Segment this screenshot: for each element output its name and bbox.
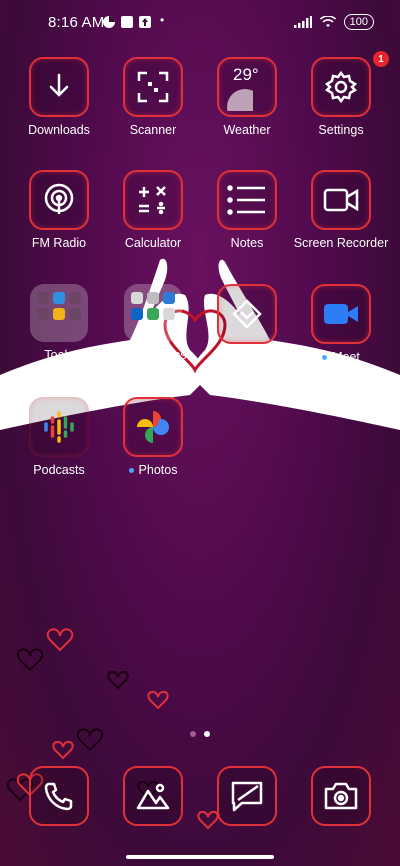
dock-messages[interactable] — [217, 766, 277, 826]
page-dot[interactable] — [190, 731, 196, 737]
meet-icon — [311, 284, 371, 344]
download-icon — [29, 57, 89, 117]
app-podcasts[interactable]: Podcasts — [11, 397, 107, 478]
folder-apps[interactable]: apps — [105, 284, 201, 363]
weather-temperature: 29° — [233, 65, 259, 84]
podcasts-icon — [29, 397, 89, 457]
dock-gallery[interactable] — [123, 766, 183, 826]
app-label: Scanner — [129, 123, 177, 137]
dock-phone[interactable] — [29, 766, 89, 826]
app-label: Podcasts — [33, 463, 85, 477]
more-notifications-dot: • — [160, 13, 165, 27]
notification-square-icon — [121, 16, 133, 28]
messages-icon — [217, 766, 277, 826]
app-fm-radio[interactable]: FM Radio — [11, 170, 107, 251]
app-label: GetA — [222, 350, 252, 364]
app-label: Calculator — [124, 236, 182, 250]
getapps-icon — [217, 284, 277, 344]
home-gesture-bar[interactable] — [126, 855, 274, 859]
upload-notification-icon — [139, 16, 151, 28]
folder-tools[interactable]: Tools — [11, 284, 107, 363]
phone-icon — [29, 766, 89, 826]
gear-icon — [311, 57, 371, 117]
app-label: apps — [159, 348, 187, 362]
app-label: Photos — [138, 463, 178, 477]
app-screen-recorder[interactable]: Screen Recorder — [293, 170, 389, 251]
signal-icon — [293, 16, 312, 28]
gallery-icon — [123, 766, 183, 826]
dock-camera[interactable] — [311, 766, 371, 826]
data-saver-icon — [103, 16, 115, 28]
app-meet[interactable]: Meet — [293, 284, 389, 365]
app-label: Weather — [223, 123, 271, 137]
battery-indicator: 100 — [343, 14, 374, 30]
app-label-with-new-dot: Photos — [105, 463, 201, 478]
new-app-dot — [128, 468, 134, 474]
video-camera-icon — [311, 170, 371, 230]
app-notes[interactable]: Notes — [199, 170, 295, 251]
app-settings[interactable]: 1 Settings — [293, 51, 389, 138]
app-label: Screen Recorder — [293, 236, 389, 250]
notification-badge: 1 — [373, 51, 389, 67]
radio-icon — [29, 170, 89, 230]
system-indicators: 100 — [293, 14, 374, 30]
app-label: FM Radio — [31, 236, 87, 250]
new-app-dot — [322, 355, 328, 361]
app-getapps[interactable]: GetA — [199, 284, 295, 365]
weather-icon: 29° — [217, 57, 277, 117]
clock: 8:16 AM — [48, 14, 105, 31]
app-label: Tools — [44, 348, 74, 362]
notes-icon — [217, 170, 277, 230]
page-dot-active[interactable] — [204, 731, 210, 737]
app-label: Notes — [230, 236, 264, 250]
app-photos[interactable]: Photos — [105, 397, 201, 478]
calculator-icon — [123, 170, 183, 230]
photos-icon — [123, 397, 183, 457]
app-label: Meet — [332, 350, 360, 364]
folder-icon — [30, 284, 88, 342]
status-bar: 8:16 AM • 100 — [0, 0, 400, 44]
camera-icon — [311, 766, 371, 826]
app-scanner[interactable]: Scanner — [105, 57, 201, 138]
scanner-icon — [123, 57, 183, 117]
app-calculator[interactable]: Calculator — [105, 170, 201, 251]
app-label: Settings — [318, 123, 364, 137]
app-label: Downloads — [28, 123, 90, 137]
wifi-icon — [319, 16, 336, 27]
app-label-with-new-dot: Meet — [293, 350, 389, 365]
folder-icon — [124, 284, 182, 342]
page-indicator — [190, 731, 210, 737]
app-downloads[interactable]: Downloads — [11, 57, 107, 138]
app-weather[interactable]: 29° Weather — [199, 57, 295, 138]
